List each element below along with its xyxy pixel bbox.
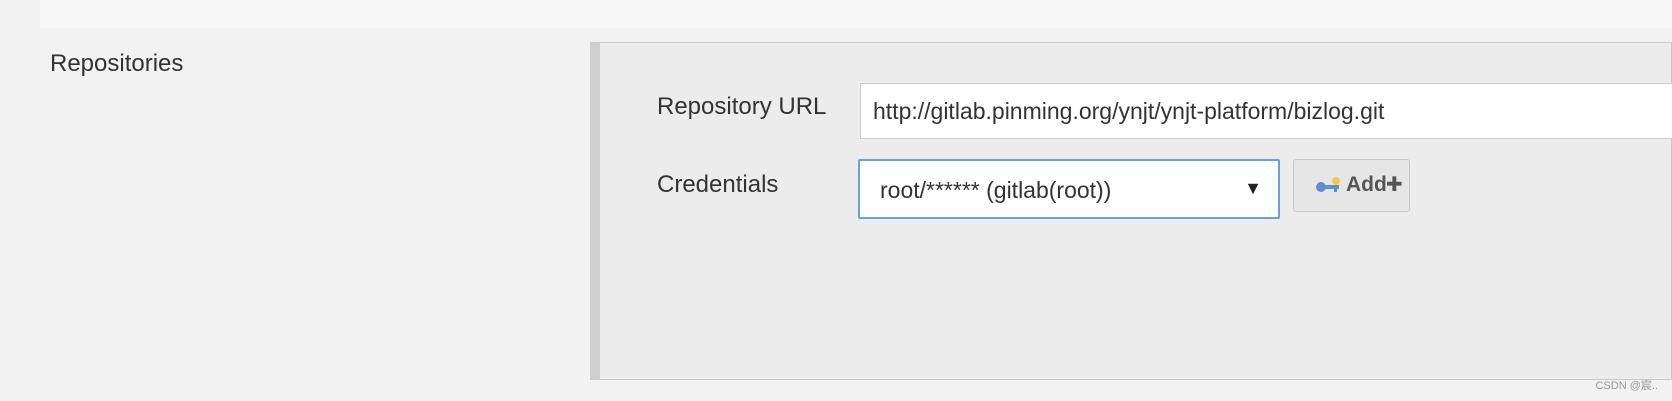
caret-down-icon: ▼ xyxy=(1244,178,1262,198)
top-strip xyxy=(40,0,1672,28)
section-label-repositories: Repositories xyxy=(50,50,184,77)
plus-icon: ✚ xyxy=(1386,174,1403,196)
add-credentials-button[interactable]: Add ✚ xyxy=(1293,159,1410,212)
credentials-select[interactable]: root/****** (gitlab(root)) ▼ xyxy=(858,159,1280,219)
repository-url-input[interactable] xyxy=(860,83,1672,139)
credentials-label: Credentials xyxy=(657,171,779,198)
add-button-label: Add xyxy=(1346,173,1387,196)
repository-url-label: Repository URL xyxy=(657,93,827,120)
watermark: CSDN @宸.. xyxy=(1595,380,1658,392)
key-icon xyxy=(1314,176,1344,196)
credentials-selected-value: root/****** (gitlab(root)) xyxy=(880,177,1112,203)
